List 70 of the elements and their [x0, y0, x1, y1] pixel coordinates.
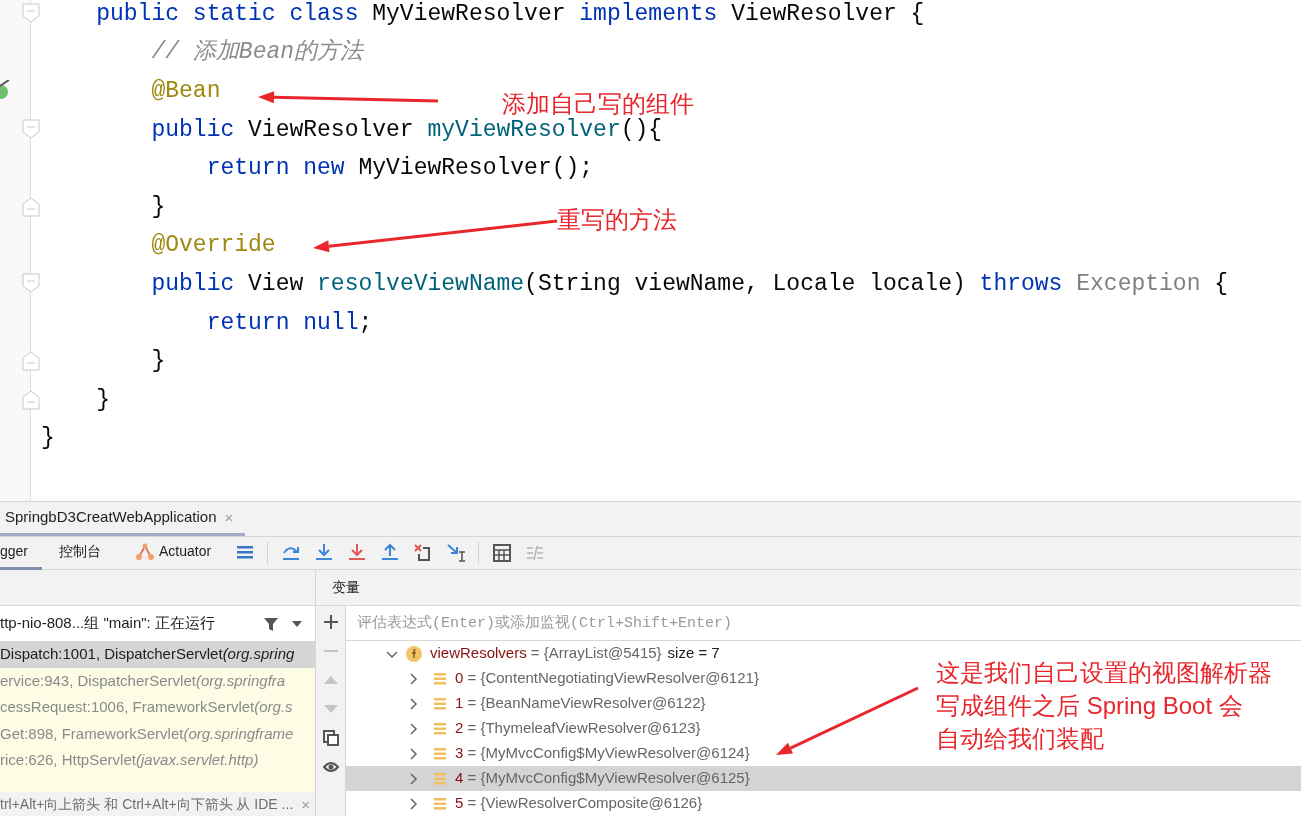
code-line: @Bean: [150, 80, 221, 103]
expand-icon[interactable]: [407, 797, 419, 810]
annotation-text: 重写的方法: [557, 205, 677, 235]
copy-icon[interactable]: [322, 730, 339, 746]
code-line: public ViewResolver myViewResolver(){: [150, 118, 663, 142]
fold-marker-icon[interactable]: [22, 196, 40, 217]
variable-value: 1 = {BeanNameViewResolver@6122}: [455, 693, 706, 714]
variable-row[interactable]: 4 = {MyMvcConfig$MyViewResolver@6125}: [346, 766, 1301, 791]
fold-marker-icon[interactable]: [22, 351, 40, 372]
code-line: }: [150, 350, 166, 374]
tool-tab[interactable]: Actuator: [118, 536, 229, 570]
bean-icon[interactable]: [0, 80, 10, 101]
variable-value: 3 = {MyMvcConfig$MyViewResolver@6124}: [455, 743, 750, 764]
drop-frame-icon[interactable]: [412, 543, 433, 563]
array-element-icon: [433, 796, 447, 811]
code-line: public static class MyViewResolver implements ViewResolver {: [95, 2, 925, 26]
tool-tab[interactable]: 控制台: [42, 536, 119, 570]
stack-frame[interactable]: Dispatch:1001, DispatcherServlet(org.spring: [0, 641, 315, 668]
array-element-icon: [433, 771, 447, 786]
expand-icon[interactable]: [407, 672, 419, 685]
variable-row[interactable]: 5 = {ViewResolverComposite@6126}: [346, 791, 921, 816]
variable-row[interactable]: viewResolvers = {ArrayList@5415} size = 7: [346, 641, 921, 666]
step-into-icon[interactable]: [313, 543, 334, 563]
eye-icon[interactable]: [322, 759, 339, 775]
array-element-icon: [433, 746, 447, 761]
code-line: }: [95, 388, 110, 412]
code-line: }: [150, 195, 166, 219]
variable-row[interactable]: 2 = {ThymeleafViewResolver@6123}: [346, 716, 921, 741]
array-element-icon: [433, 721, 447, 736]
step-out-icon[interactable]: [379, 543, 400, 563]
calculator-icon[interactable]: [491, 543, 512, 563]
actuator-icon: [135, 542, 156, 561]
fold-marker-icon[interactable]: [22, 273, 40, 294]
dropdown-icon[interactable]: [291, 619, 303, 628]
expand-icon[interactable]: [407, 697, 419, 710]
annotation-text: 添加自己写的组件: [502, 89, 694, 118]
force-step-into-icon[interactable]: [346, 543, 367, 563]
expand-icon[interactable]: [407, 747, 419, 760]
annotation-text: 这是我们自己设置的视图解析器: [936, 658, 1272, 688]
annotation-text: 自动给我们装配: [936, 724, 1104, 754]
run-tab-title[interactable]: SpringbD3CreatWebApplication: [5, 505, 217, 529]
code-line: public View resolveViewName(String viewName, Locale locale) throws Exception {: [150, 272, 1229, 296]
expand-icon[interactable]: [407, 772, 419, 785]
run-to-cursor-icon[interactable]: [445, 543, 466, 563]
fold-marker-icon[interactable]: [22, 118, 40, 139]
panel-title: 变量: [332, 578, 360, 597]
variable-row[interactable]: 1 = {BeanNameViewResolver@6122}: [346, 691, 921, 716]
variable-value: 5 = {ViewResolverComposite@6126}: [455, 793, 703, 814]
code-line: return new MyViewResolver();: [205, 157, 594, 181]
expand-icon[interactable]: [407, 722, 419, 735]
variable-value: 2 = {ThymeleafViewResolver@6123}: [455, 718, 701, 739]
fold-marker-icon[interactable]: [22, 3, 40, 23]
array-element-icon: [433, 671, 447, 686]
fold-marker-icon[interactable]: [22, 389, 40, 410]
variable-row[interactable]: 0 = {ContentNegotiatingViewResolver@6121}: [346, 666, 921, 691]
add-icon[interactable]: [322, 614, 339, 630]
array-element-icon: [433, 696, 447, 711]
code-line: @Override: [150, 234, 276, 258]
variable-value: 4 = {MyMvcConfig$MyViewResolver@6125}: [455, 768, 750, 789]
variable-value: viewResolvers = {ArrayList@5415} size = 7: [430, 643, 720, 664]
code-line: }: [40, 427, 55, 451]
code-line: return null;: [205, 311, 373, 335]
hint-text: trl+Alt+向上箭头 和 Ctrl+Alt+向下箭头 从 IDE ...: [0, 794, 294, 814]
filter-icon[interactable]: [263, 615, 279, 632]
variable-row[interactable]: 3 = {MyMvcConfig$MyViewResolver@6124}: [346, 741, 921, 766]
tool-tab[interactable]: gger: [0, 536, 43, 570]
annotation-text: 写成组件之后 Spring Boot 会: [936, 691, 1243, 721]
stack-frame[interactable]: cessRequest:1006, FrameworkServlet(org.s: [0, 694, 315, 721]
variable-value: 0 = {ContentNegotiatingViewResolver@6121}: [455, 668, 759, 689]
field-icon: [406, 645, 422, 662]
